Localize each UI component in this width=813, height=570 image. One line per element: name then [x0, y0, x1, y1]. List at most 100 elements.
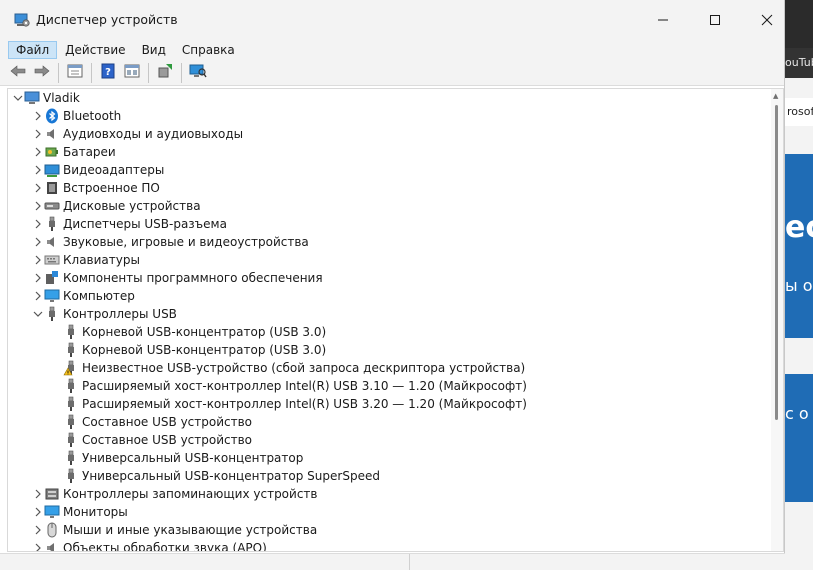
tree-category-node[interactable]: Батареи — [8, 143, 768, 161]
tree-device-node[interactable]: Универсальный USB-концентратор SuperSpee… — [8, 467, 768, 485]
chevron-right-icon[interactable] — [32, 215, 44, 233]
chevron-right-icon[interactable] — [32, 125, 44, 143]
tree-device-node[interactable]: Расширяемый хост-контроллер Intel(R) USB… — [8, 377, 768, 395]
back-button[interactable] — [7, 62, 29, 84]
speaker-icon — [44, 540, 60, 551]
close-icon — [761, 14, 773, 26]
tree-item-label: Клавиатуры — [63, 253, 140, 267]
view-icon — [124, 63, 140, 82]
help-button[interactable]: ? — [97, 62, 119, 84]
view-button[interactable] — [121, 62, 143, 84]
chevron-right-icon[interactable] — [32, 521, 44, 539]
tree-category-node[interactable]: Дисковые устройства — [8, 197, 768, 215]
tree-category-node[interactable]: Компоненты программного обеспечения — [8, 269, 768, 287]
tree-category-node[interactable]: Видеоадаптеры — [8, 161, 768, 179]
chevron-right-icon[interactable] — [32, 179, 44, 197]
tree-category-node[interactable]: Контроллеры запоминающих устройств — [8, 485, 768, 503]
toolbar-separator — [148, 62, 149, 83]
storage-controller-icon — [44, 486, 60, 502]
tree-category-node[interactable]: Компьютер — [8, 287, 768, 305]
tree-category-node[interactable]: Bluetooth — [8, 107, 768, 125]
chevron-down-icon[interactable] — [32, 305, 44, 323]
tree-item-label: Универсальный USB-концентратор SuperSpee… — [82, 469, 380, 483]
title-bar[interactable]: Диспетчер устройств — [0, 0, 784, 40]
menu-item-2[interactable]: Вид — [134, 41, 174, 59]
tree-category-node[interactable]: Диспетчеры USB-разъема — [8, 215, 768, 233]
display-adapter-icon — [44, 162, 60, 178]
background-tab-text: ouTub — [785, 56, 813, 69]
device-tree-panel[interactable]: Vladik Bluetooth Аудиовходы и аудиовыходы Б… — [7, 88, 784, 552]
window-title: Диспетчер устройств — [36, 12, 178, 27]
back-icon — [9, 63, 27, 82]
chevron-right-icon[interactable] — [32, 503, 44, 521]
tree-category-node[interactable]: Клавиатуры — [8, 251, 768, 269]
minimize-button[interactable] — [637, 0, 689, 40]
chevron-right-icon[interactable] — [32, 251, 44, 269]
menu-item-1[interactable]: Действие — [57, 41, 133, 59]
tree-device-node[interactable]: Корневой USB-концентратор (USB 3.0) — [8, 341, 768, 359]
toolbar-separator — [58, 62, 59, 83]
tree-item-label: Компьютер — [63, 289, 135, 303]
background-banner: ec ы о — [785, 154, 813, 338]
monitor-icon — [44, 288, 60, 304]
monitor-icon — [44, 504, 60, 520]
background-browser-tab[interactable]: ouTub — [785, 48, 813, 78]
menu-item-0[interactable]: Файл — [8, 41, 58, 59]
firmware-icon — [44, 180, 60, 196]
maximize-button[interactable] — [689, 0, 741, 40]
menu-bar: Файл Действие Вид Справка — [0, 40, 784, 60]
chevron-right-icon[interactable] — [32, 269, 44, 287]
device-manager-icon — [14, 13, 30, 27]
usb-plug-icon — [63, 378, 79, 394]
scan-hardware-button[interactable] — [187, 62, 209, 84]
tree-category-node[interactable]: Аудиовходы и аудиовыходы — [8, 125, 768, 143]
usb-plug-icon — [63, 450, 79, 466]
tree-device-node[interactable]: Составное USB устройство — [8, 413, 768, 431]
forward-button[interactable] — [31, 62, 53, 84]
chevron-right-icon[interactable] — [32, 107, 44, 125]
tree-category-node[interactable]: Мониторы — [8, 503, 768, 521]
chevron-right-icon[interactable] — [32, 197, 44, 215]
update-driver-button[interactable] — [154, 62, 176, 84]
properties-button[interactable] — [64, 62, 86, 84]
tree-category-node[interactable]: Мыши и иные указывающие устройства — [8, 521, 768, 539]
scrollbar-thumb[interactable] — [775, 105, 778, 420]
tree-category-node[interactable]: Контроллеры USB — [8, 305, 768, 323]
chevron-right-icon[interactable] — [32, 485, 44, 503]
background-address-bar[interactable]: rosof — [785, 98, 813, 126]
usb-plug-icon — [63, 396, 79, 412]
tree-category-node[interactable]: Встроенное ПО — [8, 179, 768, 197]
toolbar-separator — [91, 62, 92, 83]
chevron-right-icon[interactable] — [32, 539, 44, 551]
chevron-right-icon[interactable] — [32, 233, 44, 251]
tree-device-node[interactable]: Универсальный USB-концентратор — [8, 449, 768, 467]
tree-device-node[interactable]: Расширяемый хост-контроллер Intel(R) USB… — [8, 395, 768, 413]
scroll-up-icon[interactable]: ▲ — [773, 92, 778, 100]
update-driver-icon — [157, 63, 173, 82]
menu-item-3[interactable]: Справка — [174, 41, 243, 59]
tree-item-label: Корневой USB-концентратор (USB 3.0) — [82, 325, 327, 339]
chevron-right-icon[interactable] — [32, 143, 44, 161]
tree-item-label: Составное USB устройство — [82, 433, 253, 447]
chevron-right-icon[interactable] — [32, 161, 44, 179]
chevron-down-icon[interactable] — [12, 89, 24, 107]
tree-device-node[interactable]: Корневой USB-концентратор (USB 3.0) — [8, 323, 768, 341]
tree-device-node[interactable]: Неизвестное USB-устройство (сбой запроса… — [8, 359, 768, 377]
vertical-scrollbar[interactable]: ▲ — [771, 89, 783, 551]
tree-category-node[interactable]: Звуковые, игровые и видеоустройства — [8, 233, 768, 251]
tree-item-label: Компоненты программного обеспечения — [63, 271, 323, 285]
close-button[interactable] — [741, 0, 793, 40]
tree-category-node[interactable]: Объекты обработки звука (APO) — [8, 539, 768, 551]
mouse-icon — [44, 522, 60, 538]
tree-item-label: Расширяемый хост-контроллер Intel(R) USB… — [82, 379, 527, 393]
chevron-right-icon[interactable] — [32, 287, 44, 305]
tree-item-label: Дисковые устройства — [63, 199, 201, 213]
tree-device-node[interactable]: Составное USB устройство — [8, 431, 768, 449]
tree-item-label: Неизвестное USB-устройство (сбой запроса… — [82, 361, 526, 375]
tree-root-node[interactable]: Vladik — [8, 89, 768, 107]
